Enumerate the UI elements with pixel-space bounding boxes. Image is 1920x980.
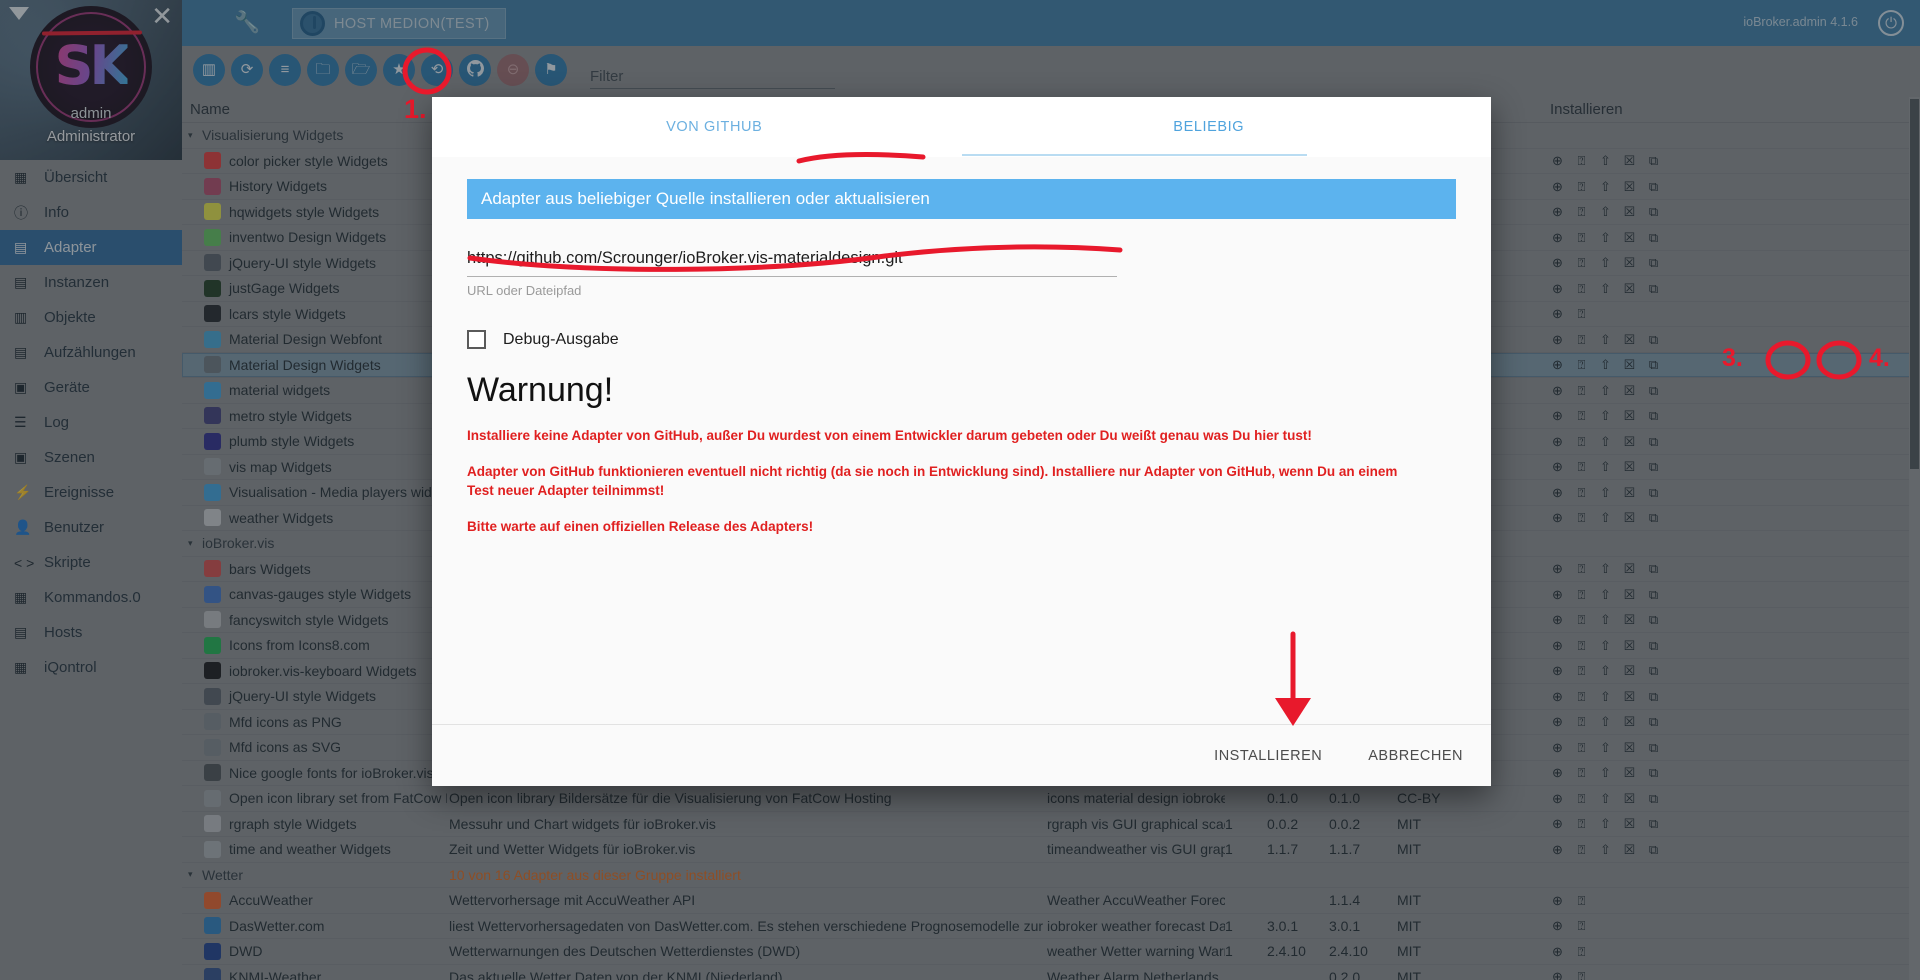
install-from-url-dialog: VON GITHUB BELIEBIG Adapter aus beliebig…: [432, 97, 1491, 786]
url-input[interactable]: https://github.com/Scrounger/ioBroker.vi…: [467, 249, 1117, 277]
cancel-button[interactable]: ABBRECHEN: [1362, 747, 1469, 765]
tab-beliebig[interactable]: BELIEBIG: [962, 103, 1457, 151]
warning-line-3: Bitte warte auf einen offiziellen Releas…: [467, 518, 814, 534]
dialog-tabs: VON GITHUB BELIEBIG: [432, 97, 1491, 157]
annotation-step-1: 1.: [404, 94, 427, 124]
url-input-hint: URL oder Dateipfad: [467, 283, 582, 298]
debug-output-checkbox[interactable]: [467, 330, 486, 349]
install-button[interactable]: INSTALLIEREN: [1208, 747, 1328, 765]
warning-title: Warnung!: [467, 371, 614, 409]
debug-output-label: Debug-Ausgabe: [503, 330, 619, 348]
dialog-banner: Adapter aus beliebiger Quelle installier…: [467, 179, 1456, 219]
debug-output-row[interactable]: Debug-Ausgabe: [467, 330, 1456, 349]
dialog-spacer: [432, 536, 1491, 724]
annotation-step-3: 3.: [1722, 344, 1743, 372]
warning-line-2: Adapter von GitHub funktionieren eventue…: [467, 463, 1398, 499]
tab-von-github[interactable]: VON GITHUB: [467, 103, 962, 151]
annotation-step-4: 4.: [1869, 344, 1890, 372]
tab-active-indicator: [961, 154, 1307, 156]
warning-line-1: Installiere keine Adapter von GitHub, au…: [467, 428, 1312, 443]
dialog-footer: INSTALLIEREN ABBRECHEN: [432, 724, 1491, 786]
